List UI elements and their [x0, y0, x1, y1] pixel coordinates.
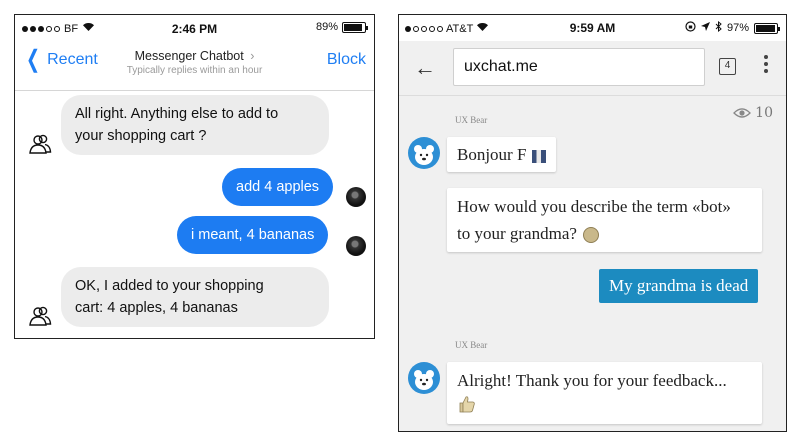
user-avatar [346, 236, 366, 256]
web-chat-screenshot: AT&T 9:59 AM 97% ← uxchat.me 4 10 UX Bea… [398, 14, 787, 432]
conversation-title: Messenger Chatbot [134, 49, 244, 63]
flag-emoji-icon [531, 149, 546, 163]
sender-label: UX Bear [455, 340, 488, 350]
location-arrow-icon [700, 22, 710, 34]
viewers-count: 10 [755, 105, 773, 121]
message-text: Bonjour F [457, 145, 527, 164]
messenger-screenshot: BF 2:46 PM 89% ❮ Recent Messenger Chatbo… [14, 14, 375, 339]
status-bar: BF 2:46 PM 89% [15, 15, 374, 41]
user-message: i meant, 4 bananas [177, 216, 329, 254]
message-text-line: to your grandma? [457, 220, 752, 247]
bluetooth-icon [715, 20, 722, 35]
sender-label: UX Bear [455, 115, 488, 125]
bot-avatar-icon [28, 132, 52, 156]
conversation-subtitle: Typically replies within an hour [126, 65, 263, 76]
message-text-line: cart: 4 apples, 4 bananas [75, 300, 238, 316]
bot-message: All right. Anything else to add to your … [61, 95, 329, 155]
bot-message: Alright! Thank you for your feedback... [447, 362, 762, 424]
battery-icon [342, 21, 368, 33]
thumbs-up-emoji-icon [457, 394, 752, 418]
address-bar[interactable]: uxchat.me [453, 48, 705, 86]
bot-avatar-icon [28, 304, 52, 328]
conversation-header: ❮ Recent Messenger Chatbot › Typically r… [15, 41, 374, 91]
block-button[interactable]: Block [327, 51, 366, 69]
message-text-line: OK, I added to your shopping [75, 278, 264, 294]
rotation-lock-icon [685, 21, 696, 35]
bot-message: Bonjour F [447, 137, 556, 172]
bear-avatar-icon [408, 362, 440, 394]
bear-avatar-icon [408, 137, 440, 169]
message-text-line: your shopping cart ? [75, 128, 207, 144]
back-arrow-icon[interactable]: ← [414, 55, 436, 81]
battery-percent: 97% [726, 22, 749, 34]
more-menu-icon[interactable] [763, 55, 769, 76]
thinking-emoji-icon [583, 227, 600, 244]
conversation-title-group[interactable]: Messenger Chatbot › Typically replies wi… [15, 49, 374, 76]
bot-message: How would you describe the term «bot» to… [447, 188, 762, 252]
user-message: My grandma is dead [599, 269, 759, 303]
chat-area: 10 UX Bear Bonjour F How would you descr… [399, 96, 786, 431]
user-avatar [346, 187, 366, 207]
viewers-counter: 10 [733, 105, 773, 121]
eye-icon [733, 108, 752, 118]
chevron-right-icon: › [250, 49, 255, 63]
message-text-line: Alright! Thank you for your feedback... [457, 371, 727, 390]
status-bar: AT&T 9:59 AM 97% [399, 15, 786, 41]
user-message: add 4 apples [222, 168, 334, 206]
tab-switcher-button[interactable]: 4 [719, 58, 736, 75]
message-text-line: All right. Anything else to add to [75, 106, 279, 122]
browser-toolbar: ← uxchat.me 4 [399, 41, 786, 96]
bot-message: OK, I added to your shopping cart: 4 app… [61, 267, 329, 327]
message-text-line: How would you describe the term «bot» [457, 197, 731, 216]
battery-percent: 89% [315, 21, 338, 33]
battery-icon [754, 22, 780, 34]
